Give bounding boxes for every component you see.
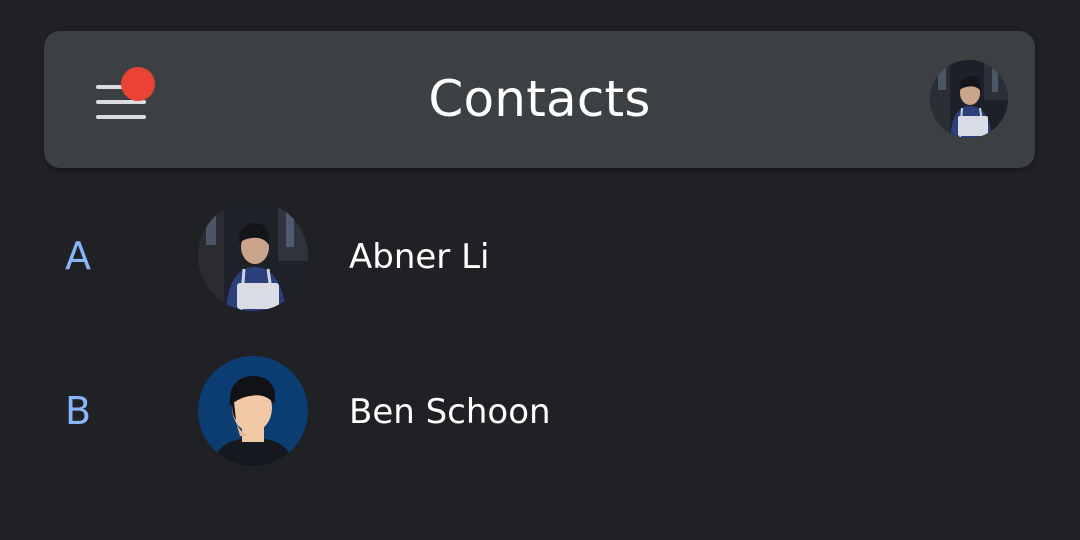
contact-avatar-ben-schoon [198,356,308,466]
contact-name: Abner Li [349,237,490,277]
top-app-bar: Contacts [44,31,1035,168]
user-photo-icon [930,60,1008,138]
page-title: Contacts [428,70,651,128]
letter-header-b: B [64,389,92,433]
contact-avatar-abner-li [198,201,308,311]
contact-row-ben-schoon[interactable]: B Ben Schoon [0,352,1080,470]
contact-row-abner-li[interactable]: A Abner Li [0,197,1080,315]
photo-avatar-icon [198,201,308,311]
letter-header-a: A [65,234,91,278]
contact-name: Ben Schoon [349,392,551,432]
account-avatar[interactable] [930,60,1008,138]
illustrated-avatar-icon [198,356,308,466]
